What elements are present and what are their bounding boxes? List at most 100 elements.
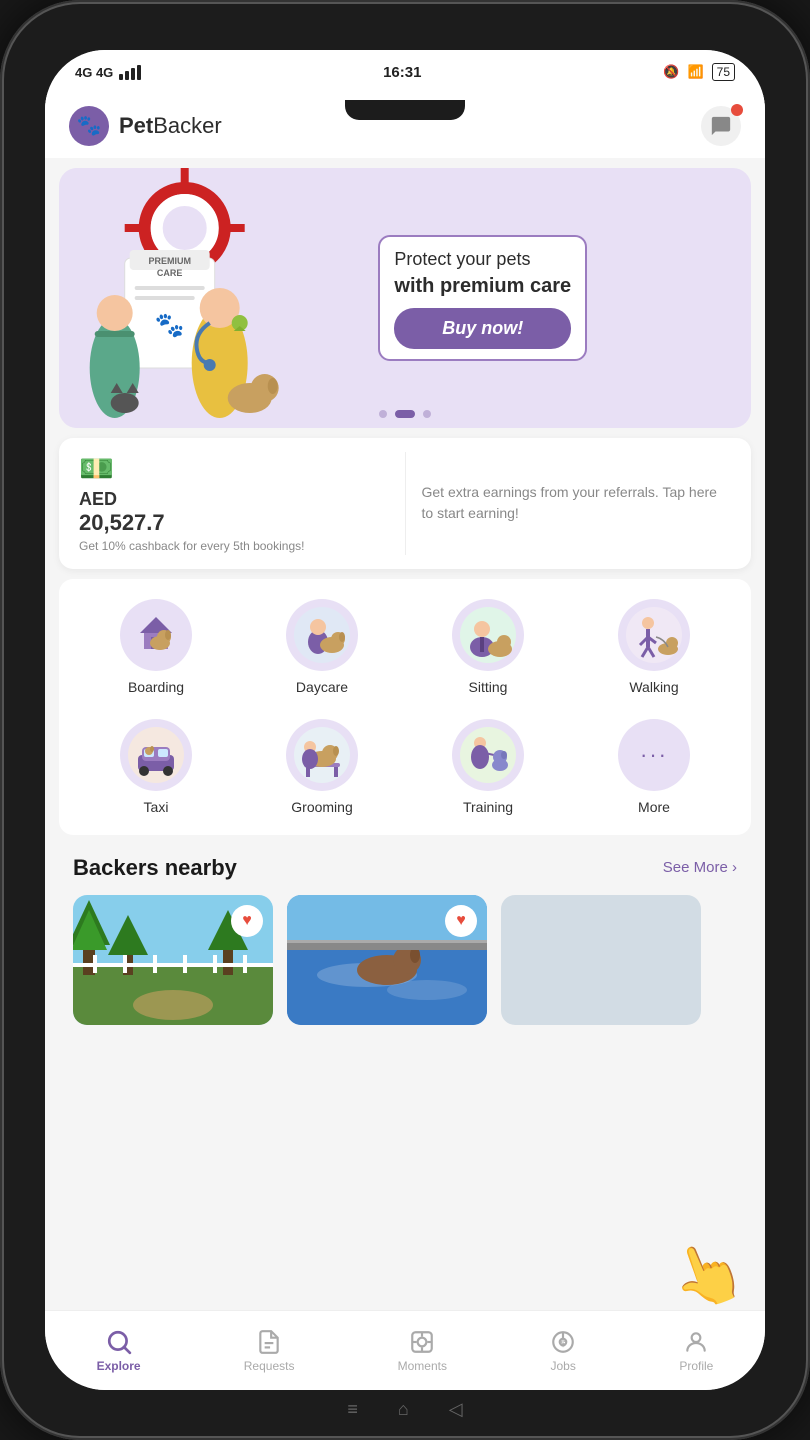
- chat-button[interactable]: [701, 106, 741, 146]
- training-icon-circle: [452, 719, 524, 791]
- heart-icon-2: ♥: [456, 912, 466, 930]
- taxi-illustration: [128, 727, 184, 783]
- signal-bar-4: [137, 65, 141, 80]
- chat-icon: [710, 115, 732, 137]
- service-walking[interactable]: Walking: [571, 587, 737, 707]
- backers-section: Backers nearby See More ›: [45, 845, 765, 1035]
- header-right: [701, 106, 741, 146]
- explore-icon: [106, 1329, 132, 1355]
- sitting-label: Sitting: [469, 679, 508, 695]
- bottom-menu-icon: ≡: [347, 1399, 358, 1420]
- signal-bar-1: [119, 74, 123, 80]
- svg-text:CARE: CARE: [157, 268, 183, 278]
- earnings-cashback-note: Get 10% cashback for every 5th bookings!: [79, 538, 389, 555]
- earnings-left: 💵 AED 20,527.7 Get 10% cashback for ever…: [79, 452, 406, 555]
- service-grooming[interactable]: Grooming: [239, 707, 405, 827]
- backer-card-2[interactable]: ♥: [287, 895, 487, 1025]
- earnings-amount: 20,527.7: [79, 510, 389, 536]
- mute-icon: 🔕: [663, 64, 679, 80]
- backer-card-3[interactable]: [501, 895, 701, 1025]
- banner-content: PREMIUM CARE 🐾: [59, 168, 751, 428]
- nav-requests[interactable]: Requests: [228, 1321, 311, 1381]
- bottom-navigation: Explore Requests: [45, 1310, 765, 1390]
- sitting-icon-circle: [452, 599, 524, 671]
- heart-icon-1: ♥: [242, 912, 252, 930]
- service-boarding[interactable]: Boarding: [73, 587, 239, 707]
- dot-3[interactable]: [423, 410, 431, 418]
- profile-icon: [683, 1329, 709, 1355]
- moments-icon: [409, 1329, 435, 1355]
- see-more-link[interactable]: See More ›: [663, 859, 737, 876]
- nav-moments[interactable]: Moments: [382, 1321, 463, 1381]
- dot-1[interactable]: [379, 410, 387, 418]
- chat-badge: [731, 104, 743, 116]
- promo-banner[interactable]: PREMIUM CARE 🐾: [59, 168, 751, 428]
- backers-title: Backers nearby: [73, 855, 237, 881]
- daycare-icon-circle: [286, 599, 358, 671]
- status-right: 🔕 📶 75: [663, 63, 735, 81]
- grooming-label: Grooming: [291, 799, 352, 815]
- app-content: 🐾 PetBacker: [45, 94, 765, 1310]
- service-sitting[interactable]: Sitting: [405, 587, 571, 707]
- boarding-label: Boarding: [128, 679, 184, 695]
- services-grid: Boarding Daycare: [59, 579, 751, 835]
- taxi-label: Taxi: [144, 799, 169, 815]
- svg-text:🐾: 🐾: [77, 115, 102, 137]
- jobs-icon: $: [550, 1329, 576, 1355]
- service-training[interactable]: Training: [405, 707, 571, 827]
- training-label: Training: [463, 799, 513, 815]
- nav-explore[interactable]: Explore: [81, 1321, 157, 1381]
- requests-icon: [256, 1329, 282, 1355]
- nav-profile[interactable]: Profile: [663, 1321, 729, 1381]
- banner-text-box: Protect your pets with premium care Buy …: [378, 235, 587, 361]
- nav-moments-label: Moments: [398, 1359, 447, 1373]
- earnings-currency: AED: [79, 489, 389, 510]
- logo-area: 🐾 PetBacker: [69, 106, 222, 146]
- walking-illustration: [626, 607, 682, 663]
- nav-requests-label: Requests: [244, 1359, 295, 1373]
- boarding-illustration: [128, 607, 184, 663]
- service-taxi[interactable]: Taxi: [73, 707, 239, 827]
- nav-explore-label: Explore: [97, 1359, 141, 1373]
- status-time: 16:31: [383, 64, 421, 81]
- training-illustration: [460, 727, 516, 783]
- status-bar: 4G 4G 16:31 🔕 📶 75: [45, 50, 765, 94]
- money-icon: 💵: [79, 452, 389, 485]
- network-indicator: 4G 4G: [75, 65, 113, 80]
- notch: [345, 100, 465, 120]
- signal-bar-3: [131, 68, 135, 80]
- app-name: PetBacker: [119, 113, 222, 139]
- signal-bars: [119, 65, 141, 80]
- banner-dots: [379, 410, 431, 418]
- phone-frame: 4G 4G 16:31 🔕 📶 75: [0, 0, 810, 1440]
- daycare-label: Daycare: [296, 679, 348, 695]
- more-dots-icon: ···: [640, 742, 668, 768]
- more-icon-circle: ···: [618, 719, 690, 791]
- walking-label: Walking: [629, 679, 678, 695]
- bottom-home-icon: ⌂: [398, 1399, 409, 1420]
- backer-2-favorite-button[interactable]: ♥: [445, 905, 477, 937]
- bottom-back-icon: ◁: [449, 1399, 463, 1420]
- premium-care-illustration: PREMIUM CARE 🐾: [59, 168, 370, 428]
- daycare-illustration: [294, 607, 350, 663]
- status-left: 4G 4G: [75, 65, 141, 80]
- buy-now-button[interactable]: Buy now!: [394, 308, 571, 349]
- dot-2[interactable]: [395, 410, 415, 418]
- earnings-right[interactable]: Get extra earnings from your referrals. …: [406, 482, 732, 524]
- service-more[interactable]: ··· More: [571, 707, 737, 827]
- battery-indicator: 75: [712, 63, 735, 81]
- phone-bottom-bar: ≡ ⌂ ◁: [347, 1399, 462, 1420]
- nav-profile-label: Profile: [679, 1359, 713, 1373]
- wifi-icon: 📶: [687, 64, 703, 80]
- service-daycare[interactable]: Daycare: [239, 587, 405, 707]
- svg-text:$: $: [561, 1338, 566, 1348]
- nav-jobs[interactable]: $ Jobs: [534, 1321, 592, 1381]
- grooming-illustration: [294, 727, 350, 783]
- signal-bar-2: [125, 71, 129, 80]
- backer-card-1[interactable]: ♥: [73, 895, 273, 1025]
- backer-1-favorite-button[interactable]: ♥: [231, 905, 263, 937]
- backers-cards: ♥: [73, 895, 737, 1025]
- svg-text:PREMIUM: PREMIUM: [148, 256, 191, 266]
- more-label: More: [638, 799, 670, 815]
- earnings-card[interactable]: 💵 AED 20,527.7 Get 10% cashback for ever…: [59, 438, 751, 569]
